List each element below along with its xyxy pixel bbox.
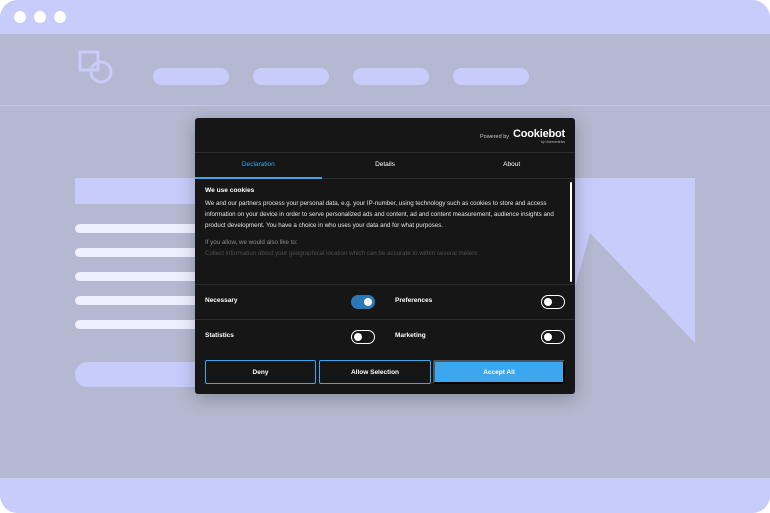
nav-item-placeholder[interactable] bbox=[253, 68, 329, 85]
text-line-placeholder bbox=[75, 320, 200, 329]
browser-footer bbox=[0, 478, 770, 513]
switch-knob bbox=[364, 297, 372, 306]
deny-button[interactable]: Deny bbox=[205, 360, 316, 384]
toggle-necessary: Necessary bbox=[205, 285, 385, 319]
mountain-image-icon bbox=[560, 233, 695, 343]
tab-details[interactable]: Details bbox=[322, 153, 449, 178]
switch-knob bbox=[544, 297, 552, 306]
necessary-switch[interactable] bbox=[351, 295, 375, 309]
switch-knob bbox=[354, 332, 362, 341]
text-line-placeholder bbox=[75, 272, 200, 281]
powered-by-label: Powered by bbox=[479, 134, 510, 140]
content-title: We use cookies bbox=[205, 187, 255, 194]
dialog-tabs: Declaration Details About bbox=[195, 153, 575, 179]
switch-knob bbox=[544, 332, 552, 341]
statistics-switch[interactable] bbox=[351, 330, 375, 344]
content-body: We and our partners process your persona… bbox=[205, 200, 554, 229]
allow-selection-button[interactable]: Allow Selection bbox=[319, 360, 431, 384]
toggle-statistics: Statistics bbox=[205, 320, 385, 354]
toggle-label: Preferences bbox=[395, 297, 433, 304]
hero-image-placeholder bbox=[560, 178, 695, 343]
cta-button-placeholder[interactable] bbox=[75, 362, 205, 387]
text-line-placeholder bbox=[75, 296, 200, 305]
browser-titlebar bbox=[0, 0, 770, 34]
tab-about[interactable]: About bbox=[448, 153, 575, 178]
nav-item-placeholder[interactable] bbox=[453, 68, 529, 85]
preferences-switch[interactable] bbox=[541, 295, 565, 309]
content-subtitle: If you allow, we would also like to: bbox=[205, 239, 298, 246]
cookie-consent-dialog: Powered by Cookiebot by Usercentrics Dec… bbox=[195, 118, 575, 394]
dialog-header: Powered by Cookiebot by Usercentrics bbox=[195, 118, 575, 153]
brand-subtitle: by Usercentrics bbox=[540, 140, 565, 144]
cookiebot-logo: Cookiebot by Usercentrics bbox=[513, 128, 565, 144]
content-scrollbar[interactable] bbox=[570, 182, 572, 282]
content-faded-line: Collect information about your geographi… bbox=[205, 250, 478, 257]
accept-all-button[interactable]: Accept All bbox=[433, 360, 565, 384]
window-control-dot[interactable] bbox=[54, 11, 66, 23]
dialog-content: We use cookies We and our partners proce… bbox=[205, 187, 563, 283]
toggle-label: Necessary bbox=[205, 297, 238, 304]
browser-window: Powered by Cookiebot by Usercentrics Dec… bbox=[0, 0, 770, 513]
window-control-dot[interactable] bbox=[14, 11, 26, 23]
toggle-label: Statistics bbox=[205, 332, 234, 339]
site-logo-icon bbox=[78, 50, 113, 84]
tab-declaration[interactable]: Declaration bbox=[195, 153, 322, 179]
text-line-placeholder bbox=[75, 248, 200, 257]
toggle-label: Marketing bbox=[395, 332, 426, 339]
nav-item-placeholder[interactable] bbox=[353, 68, 429, 85]
powered-by-cookiebot[interactable]: Powered by Cookiebot by Usercentrics bbox=[480, 128, 565, 144]
toggle-preferences: Preferences bbox=[395, 285, 575, 319]
marketing-switch[interactable] bbox=[541, 330, 565, 344]
toggle-row: Necessary Preferences bbox=[195, 284, 575, 318]
nav-item-placeholder[interactable] bbox=[153, 68, 229, 85]
header-divider bbox=[0, 105, 770, 106]
brand-name: Cookiebot bbox=[513, 128, 565, 140]
window-control-dot[interactable] bbox=[34, 11, 46, 23]
toggle-row: Statistics Marketing bbox=[195, 319, 575, 353]
dialog-buttons: Deny Allow Selection Accept All bbox=[205, 360, 565, 384]
toggle-marketing: Marketing bbox=[395, 320, 575, 354]
text-line-placeholder bbox=[75, 224, 200, 233]
